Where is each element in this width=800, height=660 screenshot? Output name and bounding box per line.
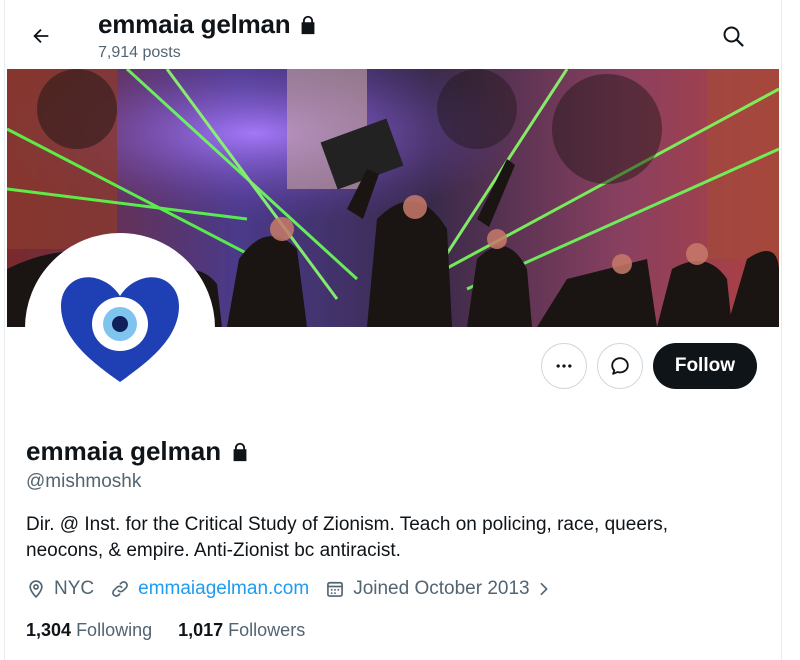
arrow-left-icon: [33, 28, 49, 44]
location-pin-icon: [29, 580, 43, 599]
following-count: 1,304: [26, 620, 72, 640]
calendar-icon: [327, 581, 344, 597]
follow-button[interactable]: Follow: [652, 343, 757, 389]
search-button[interactable]: [717, 20, 749, 52]
header-title: emmaia gelman: [98, 9, 319, 40]
display-name: emmaia gelman: [26, 436, 222, 466]
lock-icon: [233, 442, 247, 461]
website-link[interactable]: emmaiagelman.com: [138, 578, 309, 600]
evil-eye-heart-icon: [61, 277, 179, 382]
chevron-right-icon: [540, 582, 548, 596]
header-post-count: 7,914 posts: [98, 44, 181, 61]
header-name: emmaia gelman: [98, 9, 291, 39]
followers-count: 1,017: [178, 620, 224, 640]
joined-item[interactable]: Joined October 2013: [325, 578, 551, 600]
website-item: emmaiagelman.com: [110, 578, 309, 600]
following-link[interactable]: 1,304 Following: [26, 620, 152, 641]
profile-meta: NYC emmaiagelman.com Joined October 2013: [26, 578, 568, 600]
followers-link[interactable]: 1,017 Followers: [178, 620, 305, 641]
more-horizontal-icon: [556, 364, 572, 368]
profile-handle: @mishmoshk: [26, 471, 142, 492]
top-bar: emmaia gelman 7,914 posts: [5, 0, 781, 68]
profile-actions: Follow: [540, 343, 757, 389]
following-label: Following: [76, 620, 153, 640]
profile-name: emmaia gelman: [26, 436, 251, 467]
profile-avatar[interactable]: [25, 233, 215, 423]
back-button[interactable]: [25, 20, 57, 52]
followers-label: Followers: [228, 620, 306, 640]
location-text: NYC: [54, 578, 95, 599]
link-icon: [112, 581, 128, 597]
profile-bio: Dir. @ Inst. for the Critical Study of Z…: [26, 512, 746, 564]
follow-stats: 1,304 Following 1,017 Followers: [26, 620, 331, 641]
more-button[interactable]: [540, 343, 587, 389]
lock-icon: [301, 15, 314, 34]
bio-line: Dir. @ Inst. for the Critical Study of Z…: [26, 514, 668, 535]
bio-line: neocons, & empire. Anti-Zionist bc antir…: [26, 540, 401, 561]
message-bubble-icon: [611, 357, 629, 375]
message-button[interactable]: [596, 343, 643, 389]
joined-text: Joined October 2013: [353, 578, 530, 599]
location-item: NYC: [26, 578, 94, 600]
search-icon: [723, 26, 744, 47]
profile-page: emmaia gelman 7,914 posts Follow emmaia …: [4, 0, 782, 660]
